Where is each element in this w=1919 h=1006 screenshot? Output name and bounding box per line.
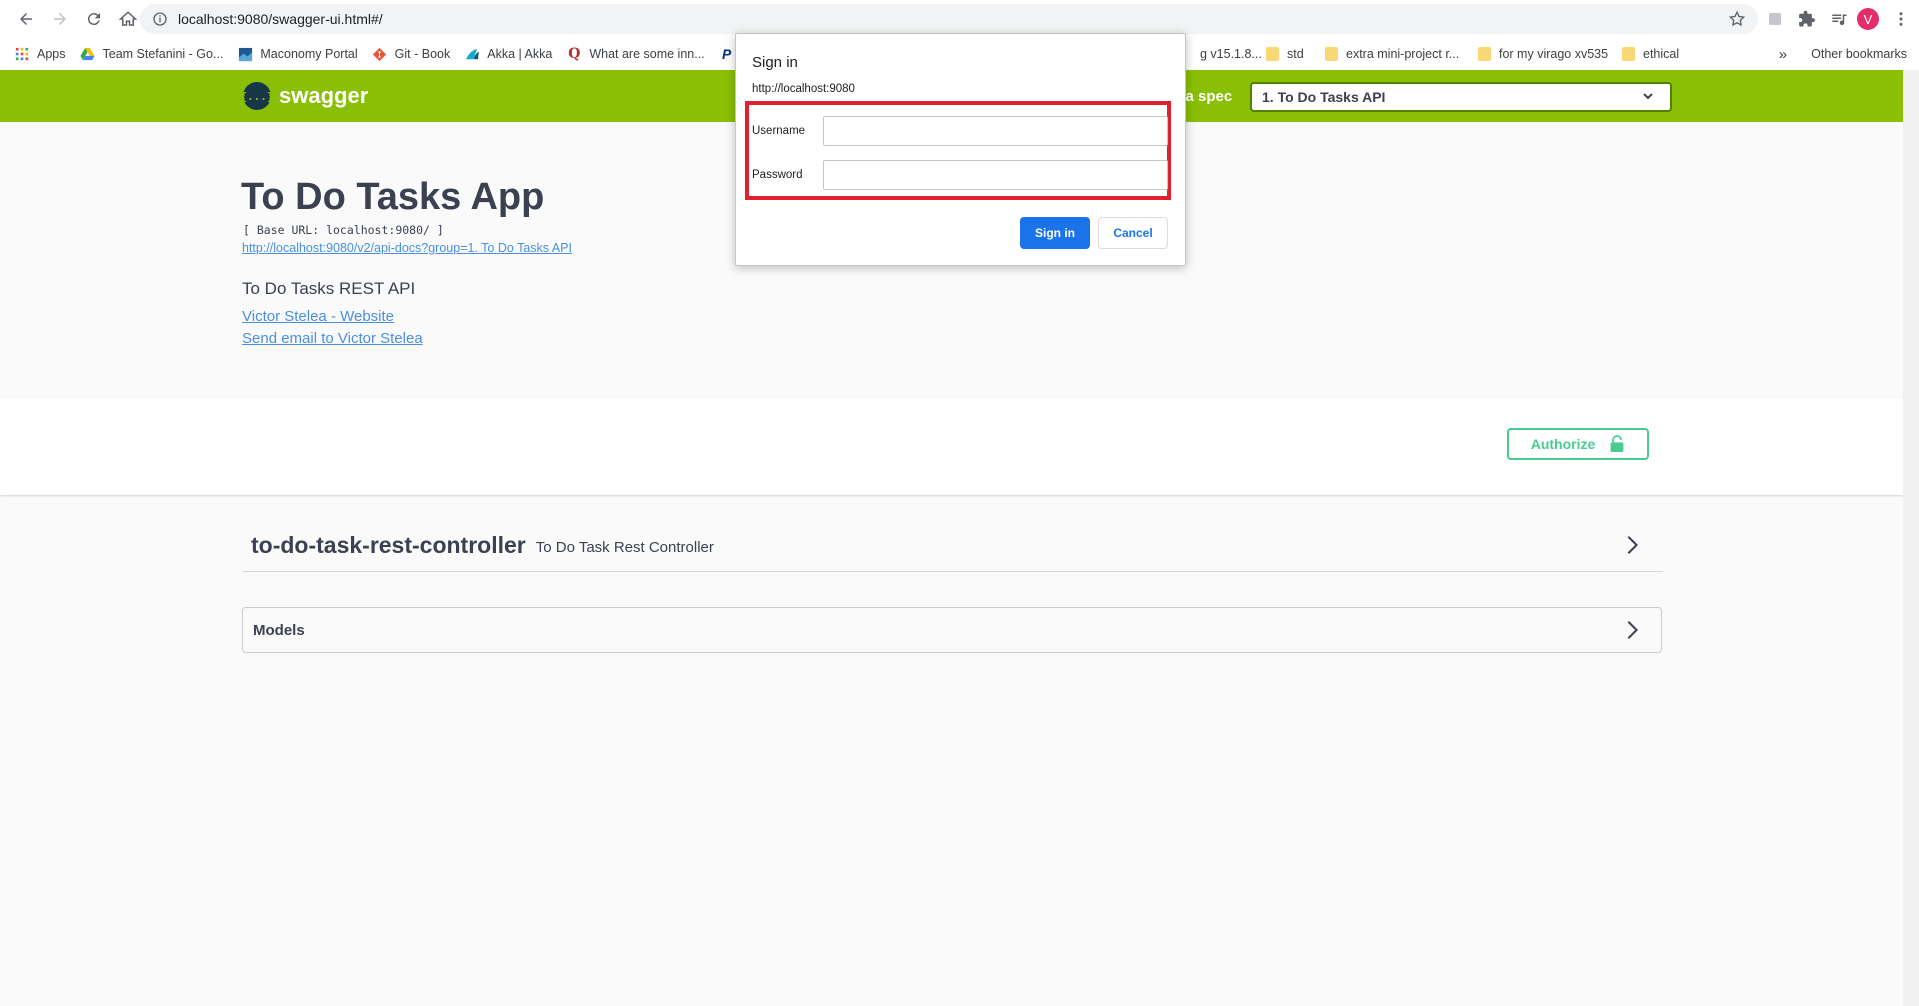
- quora-icon: Q: [568, 46, 581, 62]
- bookmark-maconomy[interactable]: Maconomy Portal: [237, 46, 358, 62]
- bookmark-team-stefanini[interactable]: Team Stefanini - Go...: [80, 46, 224, 62]
- reload-icon[interactable]: [78, 3, 110, 35]
- page-title: To Do Tasks App: [241, 176, 545, 218]
- spec-select[interactable]: 1. To Do Tasks API: [1250, 82, 1672, 112]
- address-bar[interactable]: localhost:9080/swagger-ui.html#/: [140, 4, 1758, 34]
- bookmark-label: g v15.1.8...: [1200, 47, 1262, 61]
- bookmark-label: ethical: [1643, 47, 1680, 61]
- folder-icon: [1620, 46, 1636, 62]
- bookmark-folder-ethical[interactable]: ethical: [1620, 46, 1679, 62]
- authorize-label: Authorize: [1530, 436, 1596, 452]
- bookmark-label: What are some inn...: [589, 47, 705, 61]
- scheme-container: Authorize: [0, 398, 1903, 495]
- lock-icon: [1610, 435, 1624, 452]
- tag-section-to-do-task[interactable]: to-do-task-rest-controller To Do Task Re…: [243, 520, 1663, 572]
- bookmark-label: std: [1287, 47, 1304, 61]
- more-menu-icon[interactable]: [1887, 5, 1915, 33]
- password-field[interactable]: [823, 160, 1168, 190]
- bookmark-folder-v15[interactable]: g v15.1.8...: [1200, 47, 1262, 61]
- maconomy-icon: [237, 46, 253, 62]
- page-scrollbar[interactable]: [1903, 70, 1919, 1006]
- profile-avatar[interactable]: V: [1857, 8, 1879, 30]
- models-title: Models: [253, 621, 305, 639]
- chevron-right-icon[interactable]: [1621, 619, 1643, 641]
- website-link[interactable]: Victor Stelea - Website: [242, 308, 394, 325]
- sign-in-button[interactable]: Sign in: [1020, 217, 1090, 249]
- puzzle-icon[interactable]: [1793, 5, 1821, 33]
- apps-grid-icon: [14, 46, 30, 62]
- media-queue-icon[interactable]: [1825, 5, 1853, 33]
- bookmark-quora[interactable]: Q What are some inn...: [566, 46, 704, 62]
- tag-description: To Do Task Rest Controller: [535, 539, 714, 556]
- cancel-button[interactable]: Cancel: [1098, 217, 1168, 249]
- api-description: To Do Tasks REST API: [242, 279, 416, 298]
- chevron-right-icon[interactable]: [1621, 534, 1643, 556]
- dialog-title: Sign in: [752, 54, 798, 71]
- drive-icon: [80, 46, 96, 62]
- bookmark-git-book[interactable]: Git - Book: [372, 46, 451, 62]
- username-label: Username: [752, 125, 806, 137]
- site-info-icon[interactable]: [152, 11, 168, 27]
- bookmark-star-icon[interactable]: [1728, 10, 1746, 28]
- swagger-logo-text: swagger: [279, 83, 369, 108]
- swagger-logo[interactable]: {...} swagger: [240, 82, 369, 110]
- extensions-area: V: [1761, 4, 1919, 34]
- extension-icon[interactable]: [1761, 5, 1789, 33]
- username-field[interactable]: [823, 116, 1168, 146]
- bookmark-label: extra mini-project r...: [1346, 47, 1460, 61]
- models-section[interactable]: Models: [242, 607, 1662, 653]
- bookmark-folder-extra[interactable]: extra mini-project r...: [1323, 46, 1459, 62]
- swagger-logo-icon: {...}: [240, 82, 274, 110]
- folder-icon: [1476, 46, 1492, 62]
- spec-selected-value: 1. To Do Tasks API: [1262, 89, 1386, 105]
- api-docs-link[interactable]: http://localhost:9080/v2/api-docs?group=…: [242, 241, 572, 255]
- bookmark-label: Apps: [37, 47, 66, 61]
- git-icon: [372, 46, 388, 62]
- chevron-down-icon: [1643, 93, 1653, 100]
- back-icon[interactable]: [10, 3, 42, 35]
- authorize-button[interactable]: Authorize: [1507, 428, 1649, 460]
- email-link[interactable]: Send email to Victor Stelea: [242, 330, 423, 347]
- folder-icon: [1323, 46, 1339, 62]
- password-label: Password: [752, 169, 803, 181]
- bookmark-folder-std[interactable]: std: [1264, 46, 1304, 62]
- other-bookmarks[interactable]: Other bookmarks: [1811, 47, 1907, 61]
- bookmark-label: Team Stefanini - Go...: [102, 47, 224, 61]
- more-bookmarks-chevron[interactable]: »: [1779, 46, 1787, 63]
- bookmark-label: for my virago xv535: [1499, 47, 1609, 61]
- bookmark-akka[interactable]: Akka | Akka: [464, 46, 552, 62]
- bookmark-label: Akka | Akka: [487, 47, 553, 61]
- bookmark-label: Git - Book: [394, 47, 451, 61]
- tag-name: to-do-task-rest-controller: [251, 532, 526, 558]
- folder-icon: [1264, 46, 1280, 62]
- paypal-icon: P: [721, 46, 732, 62]
- bookmarks-right: » Other bookmarks: [1779, 38, 1907, 70]
- url-text[interactable]: localhost:9080/swagger-ui.html#/: [178, 11, 383, 27]
- akka-icon: [464, 46, 480, 62]
- bookmark-folder-virago[interactable]: for my virago xv535: [1476, 46, 1608, 62]
- bookmark-apps[interactable]: Apps: [14, 46, 66, 62]
- base-url: [ Base URL: localhost:9080/ ]: [243, 223, 444, 237]
- forward-icon[interactable]: [44, 3, 76, 35]
- dialog-origin: http://localhost:9080: [752, 83, 855, 95]
- sign-in-dialog: Sign in http://localhost:9080 Username P…: [735, 33, 1186, 266]
- bookmark-label: Maconomy Portal: [260, 47, 358, 61]
